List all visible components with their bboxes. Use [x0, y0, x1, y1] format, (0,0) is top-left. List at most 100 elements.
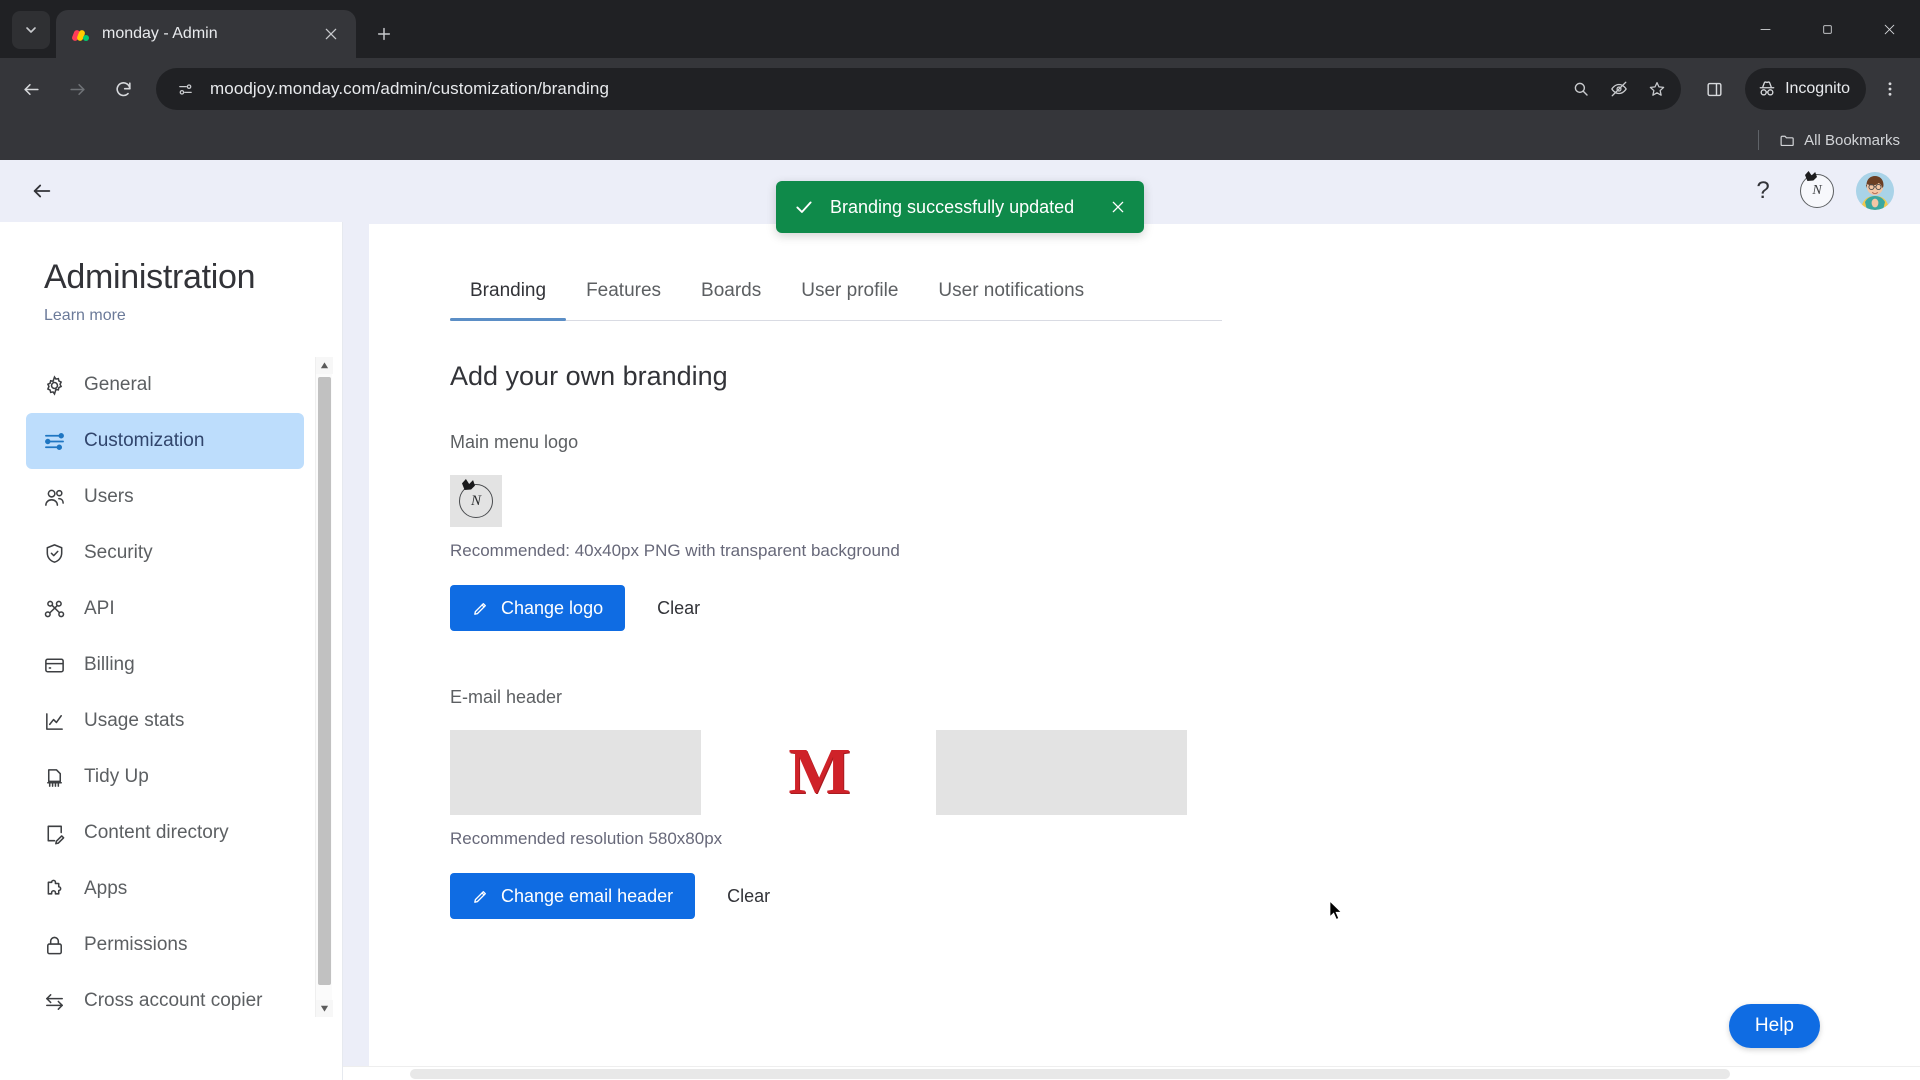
main-menu-logo-preview: N [450, 475, 502, 527]
change-email-header-button[interactable]: Change email header [450, 873, 696, 919]
tab-boards[interactable]: Boards [681, 280, 781, 320]
transfer-arrows-icon [42, 989, 66, 1013]
back-arrow-icon[interactable] [22, 171, 62, 211]
users-icon [42, 485, 66, 509]
tab-user-profile[interactable]: User profile [781, 280, 918, 320]
sidebar-item-label: Content directory [84, 822, 229, 844]
avatar[interactable] [1856, 172, 1894, 210]
reload-icon[interactable] [102, 68, 144, 110]
content-tabs: Branding Features Boards User profile Us… [450, 280, 1222, 321]
address-bar[interactable]: moodjoy.monday.com/admin/customization/b… [156, 68, 1682, 110]
close-icon[interactable] [1858, 7, 1920, 51]
profile-label: Incognito [1785, 80, 1850, 97]
help-button[interactable]: Help [1728, 1004, 1820, 1048]
maximize-icon[interactable] [1796, 7, 1858, 51]
help-question-icon[interactable]: ? [1748, 176, 1778, 206]
sidebar-item-label: API [84, 598, 115, 620]
sidebar-item-label: Permissions [84, 934, 188, 956]
sidebar-item-label: Billing [84, 654, 135, 676]
sidebar-item-api[interactable]: API [26, 581, 304, 637]
email-header-hint: Recommended resolution 580x80px [450, 829, 723, 848]
learn-more-link[interactable]: Learn more [0, 297, 342, 325]
incognito-profile-button[interactable]: Incognito [1745, 68, 1866, 110]
tab-close-icon[interactable] [318, 21, 344, 47]
main-menu-logo-hint: Recommended: 40x40px PNG with transparen… [450, 541, 900, 560]
scroll-down-icon[interactable] [316, 1000, 333, 1017]
email-preview-right-spacer [936, 730, 1187, 815]
sidebar-item-general[interactable]: General [26, 357, 304, 413]
tab-features[interactable]: Features [566, 280, 681, 320]
sidebar-item-cross-account-copier[interactable]: Cross account copier [26, 973, 304, 1029]
main-menu-logo-section: Main menu logo N Recommended: 40x40px PN… [369, 432, 1920, 631]
page-viewport: ? N Administration Learn more General Cu… [0, 160, 1920, 1080]
tab-strip: monday - Admin [0, 0, 1920, 58]
sidebar-item-label: Usage stats [84, 710, 185, 732]
sidebar-item-label: Customization [84, 430, 205, 452]
account-brand-icon[interactable]: N [1800, 174, 1834, 208]
omnibox-actions [1563, 71, 1675, 107]
url-text: moodjoy.monday.com/admin/customization/b… [210, 79, 610, 98]
sidebar-item-security[interactable]: Security [26, 525, 304, 581]
scroll-up-icon[interactable] [316, 357, 333, 374]
back-icon[interactable] [10, 68, 52, 110]
main-menu-logo-actions: Change logo Clear [450, 585, 1920, 631]
main-menu-logo-label: Main menu logo [450, 432, 579, 452]
site-settings-icon[interactable] [170, 74, 200, 104]
app-body: Administration Learn more General Custom… [0, 222, 1920, 1080]
sidebar-item-content-directory[interactable]: Content directory [26, 805, 304, 861]
email-preview-left-spacer [450, 730, 701, 815]
tab-branding[interactable]: Branding [450, 280, 567, 321]
sidebar-item-label: General [84, 374, 152, 396]
clear-email-header-button[interactable]: Clear [717, 880, 780, 913]
change-logo-button[interactable]: Change logo [450, 585, 626, 631]
sidebar-item-billing[interactable]: Billing [26, 637, 304, 693]
sidebar-item-customization[interactable]: Customization [26, 413, 304, 469]
forward-icon[interactable] [56, 68, 98, 110]
all-bookmarks-label: All Bookmarks [1804, 131, 1900, 149]
tracking-protection-icon[interactable] [1601, 71, 1637, 107]
bookmark-star-icon[interactable] [1639, 71, 1675, 107]
content-card: Branding Features Boards User profile Us… [369, 224, 1920, 1080]
browser-tab[interactable]: monday - Admin [56, 10, 356, 58]
horizontal-scrollbar-thumb[interactable] [410, 1069, 1730, 1079]
status-toast: Branding successfully updated [776, 181, 1144, 233]
sidebar: Administration Learn more General Custom… [0, 222, 343, 1080]
chart-line-icon [42, 709, 66, 733]
minimize-icon[interactable] [1734, 7, 1796, 51]
all-bookmarks-button[interactable]: All Bookmarks [1773, 128, 1906, 153]
section-heading: Add your own branding [450, 361, 728, 391]
sidebar-item-tidy-up[interactable]: Tidy Up [26, 749, 304, 805]
email-header-label: E-mail header [450, 687, 563, 707]
tab-label: User notifications [938, 280, 1085, 301]
sidebar-item-permissions[interactable]: Permissions [26, 917, 304, 973]
pencil-icon [474, 602, 486, 615]
tab-search-icon[interactable] [12, 11, 50, 49]
clear-logo-button[interactable]: Clear [647, 592, 710, 625]
email-header-logo-letter: M [788, 735, 850, 809]
sidebar-item-users[interactable]: Users [26, 469, 304, 525]
sidebar-item-usage-stats[interactable]: Usage stats [26, 693, 304, 749]
scrollbar-thumb[interactable] [318, 377, 331, 985]
side-panel-icon[interactable] [1693, 68, 1735, 110]
tab-label: Branding [470, 280, 547, 301]
shield-check-icon [42, 541, 66, 565]
sidebar-item-apps[interactable]: Apps [26, 861, 304, 917]
monday-logo-icon [72, 24, 92, 44]
email-preview-image: M [701, 730, 936, 815]
sidebar-item-label: Users [84, 486, 134, 508]
horizontal-scrollbar[interactable] [343, 1066, 1920, 1080]
change-logo-label: Change logo [501, 597, 604, 618]
sidebar-scrollbar[interactable] [315, 357, 333, 1017]
app-header-actions: ? N [1748, 172, 1894, 210]
page-title: Administration [44, 258, 256, 296]
bookmarks-divider [1758, 130, 1760, 150]
email-header-preview: M [450, 730, 1187, 815]
bookmarks-bar: All Bookmarks [0, 120, 1920, 160]
toast-close-icon[interactable] [1110, 199, 1126, 215]
new-tab-button[interactable] [366, 16, 402, 52]
zoom-icon[interactable] [1563, 71, 1599, 107]
more-menu-icon[interactable] [1870, 69, 1910, 109]
browser-toolbar: moodjoy.monday.com/admin/customization/b… [0, 58, 1920, 120]
folder-icon [1780, 135, 1794, 146]
tab-user-notifications[interactable]: User notifications [918, 280, 1104, 320]
